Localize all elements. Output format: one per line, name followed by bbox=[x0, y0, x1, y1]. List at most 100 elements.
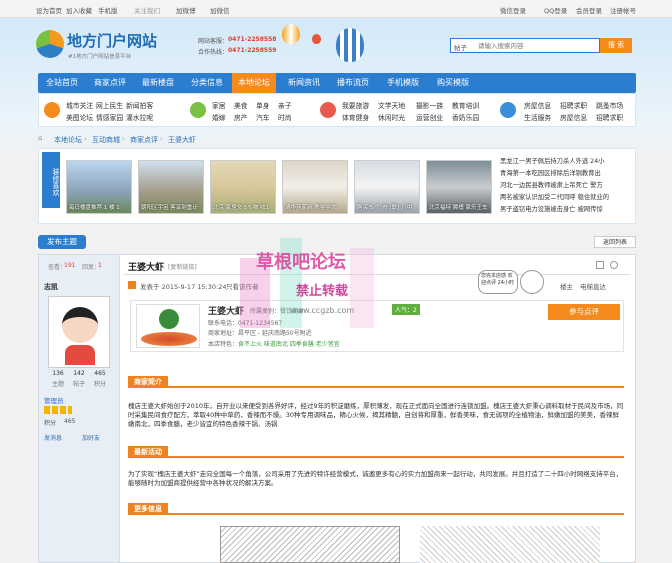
calligraphy-illustration bbox=[420, 526, 600, 563]
cat-link[interactable]: 灌水拉呢 bbox=[126, 112, 153, 122]
jump-to-floor[interactable]: 电梯直达 bbox=[580, 281, 606, 291]
speech-bubble: 您完本店感 欢迎点评 24小时 bbox=[478, 270, 518, 294]
post-icon bbox=[128, 281, 136, 289]
watermark-block bbox=[350, 248, 374, 328]
cat-link[interactable]: 家居 bbox=[212, 100, 226, 110]
search-input[interactable] bbox=[478, 40, 596, 51]
cat-link[interactable]: 婚嫁 bbox=[212, 112, 226, 122]
featured-label: 装修喜欢 bbox=[42, 152, 60, 208]
search-type-select[interactable]: 帖子 bbox=[454, 42, 467, 52]
write-review-button[interactable]: 参与点评 bbox=[548, 304, 620, 320]
cat-link[interactable]: 单身 bbox=[256, 100, 270, 110]
send-message-link[interactable]: 发消息 bbox=[44, 433, 62, 442]
news-item[interactable]: 河北一边民县教师被肃上吊死亡 警方 bbox=[500, 180, 603, 189]
cat-link[interactable]: 跳蚤市场 bbox=[596, 100, 623, 110]
home-icon[interactable]: ⌂ bbox=[38, 134, 42, 142]
cat-link[interactable]: 摄影一族 bbox=[416, 100, 443, 110]
crumb-separator: › bbox=[122, 135, 125, 143]
watermark: 草根吧论坛 禁止转载 www.ccgzb.com bbox=[200, 238, 460, 348]
cat-link[interactable]: 美食 bbox=[234, 100, 248, 110]
news-item[interactable]: 青海第一本吃园区排除后洋铜教育出 bbox=[500, 168, 601, 177]
cat-link[interactable]: 体育健身 bbox=[342, 112, 369, 122]
balloon-icon bbox=[312, 34, 321, 44]
hotline-label: 网站客服： bbox=[198, 38, 229, 45]
nav-properties[interactable]: 最新楼盘 bbox=[134, 73, 182, 93]
site-logo[interactable]: 地方门户网站 bbox=[67, 30, 157, 51]
add-friend-link[interactable]: 加好友 bbox=[82, 433, 100, 442]
nav-home[interactable]: 全站首页 bbox=[38, 73, 86, 93]
qq-login-link[interactable]: QQ登录 bbox=[544, 5, 567, 15]
weibo-link[interactable]: 加微博 bbox=[176, 5, 196, 15]
copy-link[interactable]: [复制链接] bbox=[168, 262, 197, 271]
weixin-link[interactable]: 加微信 bbox=[210, 5, 230, 15]
featured-picture[interactable]: 北京福特 翼搏 家乐王车 bbox=[426, 160, 492, 214]
home-life-icon bbox=[190, 102, 206, 118]
featured-picture[interactable]: 朝阳区宇宙 客享到重计 bbox=[138, 160, 204, 214]
cat-link[interactable]: 情感家园 bbox=[96, 112, 123, 122]
crumb-mall[interactable]: 互动商城 bbox=[92, 135, 120, 145]
featured-picture[interactable]: 北京 家居文 5%物 收1 bbox=[210, 160, 276, 214]
avatar[interactable] bbox=[48, 296, 110, 368]
cat-link[interactable]: 教育培训 bbox=[452, 100, 479, 110]
nav-reviews[interactable]: 商家点评 bbox=[86, 73, 134, 93]
nav-waterfall[interactable]: 播布流页 bbox=[328, 73, 378, 93]
crumb-current[interactable]: 王婆大虾 bbox=[168, 135, 196, 145]
print-icon[interactable] bbox=[596, 261, 604, 269]
back-to-list-button[interactable]: 返回列表 bbox=[594, 236, 636, 248]
watermark-subtitle: 禁止转载 bbox=[296, 284, 349, 299]
cat-link[interactable]: 房屋信息 bbox=[560, 112, 587, 122]
cat-link[interactable]: 汽车 bbox=[256, 112, 270, 122]
cat-link[interactable]: 新闻拍客 bbox=[126, 100, 153, 110]
logo-icon bbox=[36, 30, 64, 58]
activity-text: 为了实现“槐店王婆大虾”走向全国每一个角落，公司采用了先进的特许经营模式，诚邀更… bbox=[128, 470, 623, 487]
cat-link[interactable]: 美图论坛 bbox=[66, 112, 93, 122]
nav-mobile[interactable]: 手机模版 bbox=[378, 73, 428, 93]
news-item[interactable]: 两名被家认识加受二代同呼 稳住就业的 bbox=[500, 192, 609, 201]
cat-link[interactable]: 房屋信息 bbox=[524, 100, 551, 110]
crumb-reviews[interactable]: 商家点评 bbox=[130, 135, 158, 145]
cat-link[interactable]: 房产 bbox=[234, 112, 248, 122]
prev-icon[interactable] bbox=[610, 261, 618, 269]
floor-label: 楼主 bbox=[560, 283, 573, 291]
nav-classifieds[interactable]: 分类信息 bbox=[182, 73, 232, 93]
cat-link[interactable]: 生活服务 bbox=[524, 112, 551, 122]
logo-subtitle: #1地方门户网站信息平台 bbox=[68, 54, 132, 60]
author-rank[interactable]: 管理员 bbox=[44, 395, 64, 405]
cat-link[interactable]: 城市关注 bbox=[66, 100, 93, 110]
cat-link[interactable]: 运营创业 bbox=[416, 112, 443, 122]
hotline-number: 0471-2258558 bbox=[228, 36, 277, 43]
post-new-button[interactable]: 发布主题 bbox=[38, 235, 86, 249]
cat-link[interactable]: 休闲时光 bbox=[378, 112, 405, 122]
nav-forum[interactable]: 本地论坛 bbox=[232, 73, 276, 93]
cat-link[interactable]: 招聘求职 bbox=[560, 100, 587, 110]
crumb-forum[interactable]: 本地论坛 bbox=[54, 135, 82, 145]
ink-illustration bbox=[220, 526, 400, 563]
featured-picture[interactable]: 清华苑家新 教学中文 bbox=[282, 160, 348, 214]
cat-link[interactable]: 文学天地 bbox=[378, 100, 405, 110]
search-button[interactable]: 搜 索 bbox=[600, 38, 632, 53]
member-login-link[interactable]: 会员登录 bbox=[576, 5, 602, 15]
set-home-link[interactable]: 设为首页 bbox=[36, 5, 62, 15]
nav-news[interactable]: 新闻资讯 bbox=[280, 73, 328, 93]
cat-link[interactable]: 香奶乐园 bbox=[452, 112, 479, 122]
cat-link[interactable]: 时尚 bbox=[278, 112, 292, 122]
featured-picture[interactable]: 每日楼盘推荐 1 楼 1 bbox=[66, 160, 132, 214]
mobile-link[interactable]: 手机版 bbox=[98, 5, 118, 15]
cat-link[interactable]: 网上民生 bbox=[96, 100, 123, 110]
breadcrumb: ⌂ 本地论坛 › 互动商城 › 商家点评 › 王婆大虾 bbox=[38, 131, 636, 145]
coop-label: 合作热线： bbox=[198, 49, 229, 56]
business-logo[interactable] bbox=[136, 304, 200, 348]
cat-link[interactable]: 招聘求职 bbox=[596, 112, 623, 122]
wechat-login-link[interactable]: 微信登录 bbox=[500, 5, 526, 15]
favorite-link[interactable]: 加入收藏 bbox=[66, 5, 92, 15]
author-name[interactable]: 志凯 bbox=[44, 282, 58, 292]
news-item[interactable]: 男子盗窃电力设施被击身亡 被网传惊 bbox=[500, 204, 603, 213]
cat-link[interactable]: 亲子 bbox=[278, 100, 292, 110]
nav-buy[interactable]: 购买模版 bbox=[428, 73, 478, 93]
featured-picture[interactable]: 购买 5 个 市 [联] 万中 bbox=[354, 160, 420, 214]
leisure-icon bbox=[320, 102, 336, 118]
register-link[interactable]: 注册帐号 bbox=[610, 5, 636, 15]
cat-link[interactable]: 我要旅游 bbox=[342, 100, 369, 110]
services-icon bbox=[500, 102, 516, 118]
news-item[interactable]: 黑龙江一男子佩后持刀杀人外逃 24小 bbox=[500, 156, 604, 165]
